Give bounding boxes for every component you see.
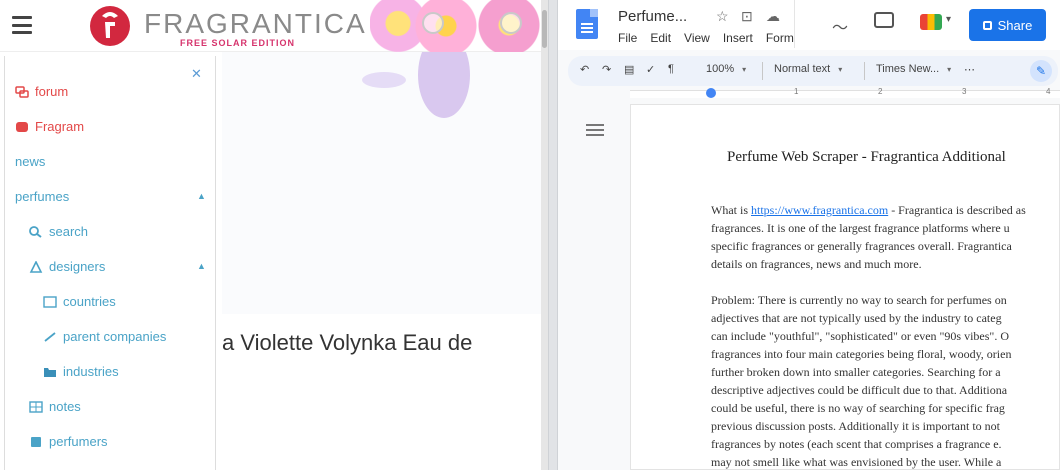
zoom-select[interactable]: 100% ▾	[706, 63, 746, 75]
paragraph-problem: Problem: There is currently no way to se…	[711, 293, 1012, 469]
forum-icon	[15, 85, 29, 98]
sidebar-item-notes[interactable]: notes	[29, 399, 81, 414]
sidebar-item-fragram[interactable]: Fragram	[15, 119, 84, 134]
editing-mode-icon[interactable]: ✎	[1030, 60, 1052, 82]
sidebar-item-industries[interactable]: industries	[43, 364, 119, 379]
perfumers-icon	[31, 436, 41, 447]
chevron-up-icon[interactable]: ▲	[197, 191, 206, 201]
font-value: Times New...	[876, 63, 940, 75]
activity-trend-icon[interactable]: 〜	[832, 14, 848, 38]
sidebar-item-label: forum	[35, 84, 69, 99]
countries-icon	[43, 295, 57, 308]
sidebar-item-label: search	[49, 224, 89, 239]
screen: FRAGRANTICA FREE SOLAR EDITION ✕ forum F…	[0, 0, 1060, 470]
paragraph-intro: What is https://www.fragrantica.com - Fr…	[711, 201, 1060, 273]
collapse-sidebar-icon[interactable]: ✕	[191, 66, 202, 82]
sidebar-item-label: designers	[49, 259, 106, 274]
sidebar-item-label: countries	[63, 294, 116, 309]
ruler-number: 3	[962, 87, 967, 96]
sidebar-item-label: news	[15, 154, 46, 169]
menu-format[interactable]: Form	[766, 31, 794, 45]
hamburger-menu-icon[interactable]	[12, 16, 32, 34]
sidebar-item-perfumes[interactable]: perfumes ▲	[15, 189, 207, 204]
ruler-number: 2	[878, 87, 883, 96]
brand-name[interactable]: FRAGRANTICA	[144, 8, 367, 40]
menu-bar: File Edit View Insert Form	[618, 31, 794, 45]
site-header: FRAGRANTICA FREE SOLAR EDITION	[0, 0, 548, 52]
user-circle-icon[interactable]	[500, 12, 522, 34]
sidebar-item-forum[interactable]: forum	[15, 84, 68, 99]
sidebar-item-perfumers[interactable]: perfumers	[29, 434, 108, 449]
fragrantica-window: FRAGRANTICA FREE SOLAR EDITION ✕ forum F…	[0, 0, 548, 470]
sidebar-item-label: Fragram	[35, 119, 85, 134]
notes-icon	[29, 400, 43, 413]
chevron-up-icon[interactable]: ▲	[197, 261, 206, 271]
print-icon[interactable]: ▤	[624, 63, 634, 76]
sidebar-item-search[interactable]: search	[29, 224, 88, 239]
share-button[interactable]: Share	[969, 9, 1046, 41]
sidebar-item-label: notes	[49, 399, 81, 414]
document-outline-icon[interactable]	[586, 124, 604, 142]
ruler-number: 1	[794, 87, 799, 96]
intro-prefix: What is	[711, 203, 751, 217]
cloud-status-icon[interactable]: ☁	[766, 8, 780, 25]
sidebar-item-label: perfumers	[49, 434, 108, 449]
brand-tagline: FREE SOLAR EDITION	[180, 38, 296, 48]
fragrantica-link[interactable]: https://www.fragrantica.com	[751, 203, 888, 217]
ruler-number: 4	[1046, 87, 1051, 96]
font-select[interactable]: Times New... ▾	[876, 63, 951, 75]
style-value: Normal text	[774, 63, 831, 75]
more-options-icon[interactable]: ⋯	[964, 63, 975, 76]
share-label: Share	[997, 17, 1033, 33]
page-scrollbar[interactable]	[541, 0, 548, 470]
document-heading: Perfume Web Scraper - Fragrantica Additi…	[727, 149, 1006, 165]
fragrantica-logo-icon[interactable]	[88, 4, 132, 48]
chevron-down-icon[interactable]: ▾	[946, 14, 951, 25]
menu-insert[interactable]: Insert	[723, 31, 753, 45]
sidebar-nav: ✕ forum Fragram news perfumes ▲ search d…	[4, 56, 216, 470]
comment-icon[interactable]	[874, 12, 894, 28]
product-title: a Violette Volynka Eau de	[222, 330, 473, 355]
spellcheck-icon[interactable]: ✓	[646, 63, 655, 76]
star-icon[interactable]: ☆	[716, 8, 729, 25]
fragram-icon	[16, 121, 28, 132]
flower-banner	[370, 0, 548, 52]
sidebar-item-label: industries	[63, 364, 119, 379]
redo-icon[interactable]: ↷	[602, 63, 611, 76]
product-area: a Violette Volynka Eau de	[222, 52, 541, 470]
link-icon	[44, 331, 56, 342]
formatting-toolbar: ↶ ↷ ▤ ✓ ¶ 100% ▾ Normal text ▾ Times New..…	[568, 56, 1058, 86]
decorative-graphic	[362, 52, 472, 120]
zoom-value: 100%	[706, 63, 735, 75]
sidebar-item-news[interactable]: news	[15, 154, 45, 169]
move-folder-icon[interactable]: ⊡	[741, 8, 753, 25]
sidebar-item-label: perfumes	[15, 189, 70, 204]
sidebar-item-label: parent companies	[63, 329, 167, 344]
sidebar-item-parent-companies[interactable]: parent companies	[43, 329, 166, 344]
ruler[interactable]: 1 2 3 4	[558, 86, 1060, 100]
google-docs-window: Perfume... ☆ ⊡ ☁ File Edit View Insert F…	[558, 0, 1060, 470]
header-separator	[794, 0, 795, 48]
indent-marker[interactable]	[706, 88, 716, 98]
menu-edit[interactable]: Edit	[650, 31, 671, 45]
menu-file[interactable]: File	[618, 31, 637, 45]
folder-icon	[44, 367, 56, 377]
paint-format-icon[interactable]: ¶	[668, 63, 674, 75]
document-page[interactable]: Perfume Web Scraper - Fragrantica Additi…	[630, 104, 1060, 470]
docs-header: Perfume... ☆ ⊡ ☁ File Edit View Insert F…	[558, 0, 1060, 50]
style-select[interactable]: Normal text ▾	[774, 63, 842, 75]
search-icon	[29, 225, 42, 238]
designers-icon	[29, 260, 43, 273]
lock-icon	[982, 20, 992, 30]
document-title[interactable]: Perfume...	[618, 8, 687, 25]
menu-view[interactable]: View	[684, 31, 710, 45]
search-circle-icon[interactable]	[422, 12, 444, 34]
meet-icon[interactable]	[920, 14, 942, 30]
docs-logo-icon[interactable]	[576, 9, 598, 39]
sidebar-item-countries[interactable]: countries	[43, 294, 116, 309]
sidebar-item-designers[interactable]: designers ▲	[29, 259, 207, 274]
undo-icon[interactable]: ↶	[580, 63, 589, 76]
split-divider[interactable]	[548, 0, 558, 470]
